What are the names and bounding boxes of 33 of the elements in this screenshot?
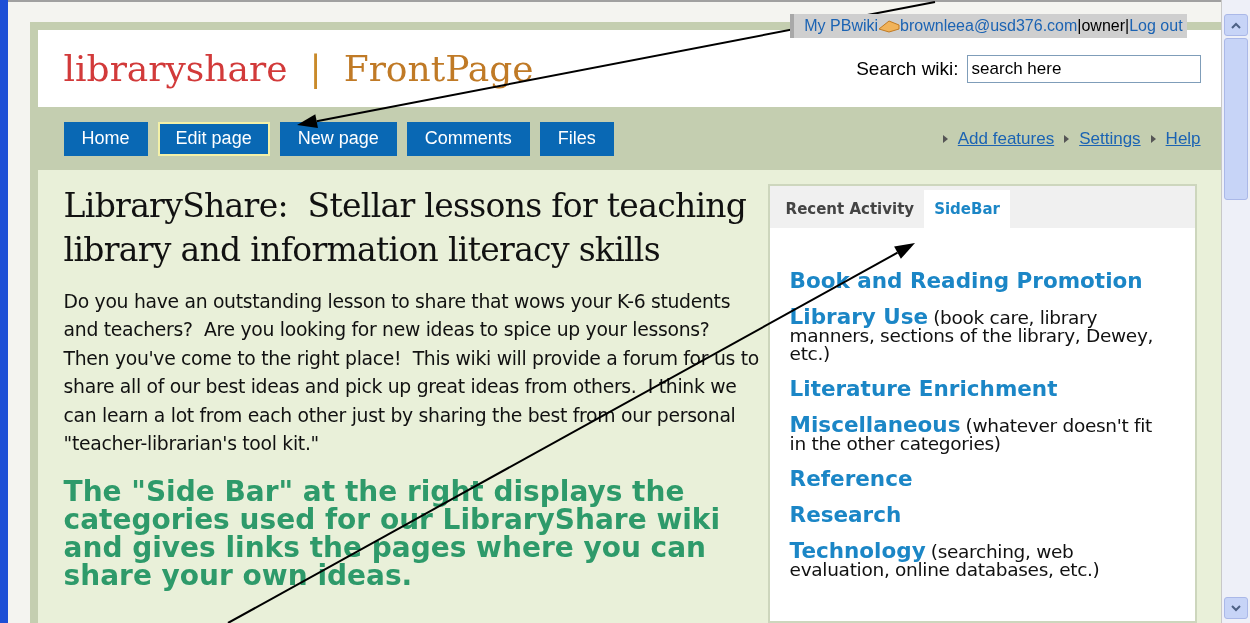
nav-button[interactable]: Home: [63, 121, 148, 156]
search-field[interactable]: search here: [966, 54, 1201, 83]
nav-button[interactable]: Comments: [406, 121, 530, 156]
search-label: Search wiki:: [856, 57, 959, 80]
sandwich-icon: [878, 19, 901, 33]
triangle-icon: [1150, 134, 1156, 143]
title-separator: |: [309, 48, 322, 89]
category-link[interactable]: Book and Reading Promotion: [789, 268, 1143, 293]
wiki-name: libraryshare: [63, 48, 288, 89]
category-link[interactable]: Reference: [789, 466, 913, 491]
scroll-down-button[interactable]: [1223, 597, 1248, 619]
separator-text: |: [1077, 17, 1082, 35]
nav-button[interactable]: Files: [539, 121, 614, 156]
chevron-down-icon: [1230, 604, 1241, 612]
nav-link[interactable]: Add features: [957, 128, 1055, 149]
triangle-icon: [942, 134, 948, 143]
nav-link[interactable]: Settings: [1079, 128, 1141, 149]
page-heading: LibraryShare: Stellar lessons for teaching library and information literacy skills: [63, 185, 748, 271]
triangle-icon: [1064, 134, 1070, 143]
chevron-up-icon: [1230, 21, 1241, 29]
nav-button[interactable]: Edit page: [157, 121, 270, 156]
logout-link[interactable]: Log out: [1129, 17, 1183, 35]
my-wiki-link[interactable]: My PBwiki: [804, 17, 879, 35]
separator-text: |: [1125, 17, 1130, 35]
category-link[interactable]: Literature Enrichment: [789, 376, 1058, 401]
category-link[interactable]: Research: [789, 502, 902, 527]
scroll-up-button[interactable]: [1223, 14, 1248, 36]
nav-button[interactable]: New page: [279, 121, 397, 156]
scrollbar-thumb[interactable]: [1223, 38, 1248, 200]
sidebar-tab[interactable]: Recent Activity: [775, 190, 925, 228]
page-name: FrontPage: [343, 48, 534, 89]
nav-link[interactable]: Help: [1165, 128, 1201, 149]
sidebar-tab[interactable]: SideBar: [924, 190, 1010, 228]
